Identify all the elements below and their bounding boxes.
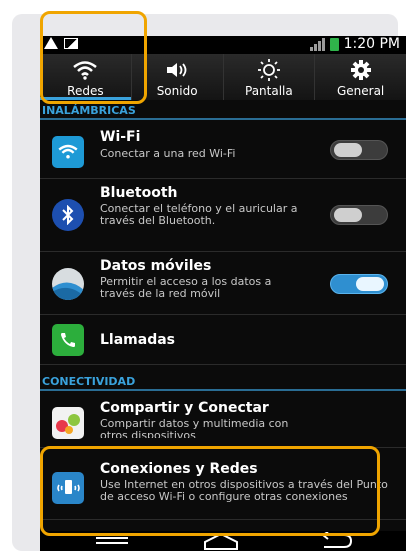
setting-title: Datos móviles — [100, 258, 212, 274]
connections-icon — [52, 472, 84, 504]
tab-label: Pantalla — [245, 84, 293, 98]
setting-title: Llamadas — [100, 332, 176, 348]
gear-icon — [350, 60, 371, 80]
mobile-data-icon — [52, 268, 84, 300]
setting-title: Bluetooth — [100, 185, 178, 201]
setting-row-calls[interactable]: Llamadas — [40, 315, 406, 365]
bluetooth-toggle[interactable] — [330, 205, 388, 225]
status-bar: 1:20 PM — [40, 36, 406, 54]
mobile-data-toggle[interactable] — [330, 274, 388, 294]
wifi-icon — [52, 136, 84, 168]
tab-label: Sonido — [156, 84, 198, 98]
brightness-icon — [257, 59, 280, 81]
setting-subtitle: Compartir datos y multimedia con otros d… — [100, 418, 289, 438]
image-icon — [64, 37, 78, 49]
setting-row-wifi[interactable]: Wi-Fi Conectar a una red Wi-Fi — [40, 122, 406, 179]
section-header-connectivity: CONECTIVIDAD — [40, 373, 406, 391]
tab-general[interactable]: General — [315, 54, 406, 100]
share-connect-icon — [52, 407, 84, 439]
setting-subtitle: Use Internet en otros dispositivos a tra… — [100, 478, 388, 503]
tab-redes[interactable]: Redes — [40, 54, 132, 100]
status-time: 1:20 PM — [343, 36, 400, 52]
phone-icon — [52, 324, 84, 356]
home-icon[interactable] — [203, 532, 239, 550]
phone-screen: 1:20 PM Redes Sonido Pantalla General IN… — [40, 36, 406, 551]
tab-pantalla[interactable]: Pantalla — [224, 54, 316, 100]
speaker-icon — [167, 63, 187, 77]
tab-sonido[interactable]: Sonido — [132, 54, 224, 100]
setting-row-bluetooth[interactable]: Bluetooth Conectar el teléfono y el auri… — [40, 179, 406, 252]
bluetooth-icon — [52, 199, 84, 231]
setting-subtitle: Conectar el teléfono y el auricular a tr… — [100, 202, 298, 227]
wifi-toggle[interactable] — [330, 140, 388, 160]
settings-tabs: Redes Sonido Pantalla General — [40, 54, 406, 100]
setting-row-connections-networks[interactable]: Conexiones y Redes Use Internet en otros… — [40, 448, 406, 520]
setting-row-mobile-data[interactable]: Datos móviles Permitir el acceso a los d… — [40, 252, 406, 315]
setting-subtitle: Permitir el acceso a los datos a través … — [100, 275, 272, 300]
signal-icon — [309, 37, 325, 51]
setting-title: Compartir y Conectar — [100, 400, 269, 416]
tab-label: General — [336, 84, 385, 98]
tab-label: Redes — [67, 84, 104, 98]
section-header-wireless: INALÁMBRICAS — [40, 102, 406, 120]
setting-title: Wi-Fi — [100, 129, 141, 145]
battery-icon — [329, 37, 339, 51]
navigation-bar — [40, 531, 406, 551]
back-icon[interactable] — [318, 532, 354, 550]
warning-icon — [44, 37, 58, 49]
setting-title: Conexiones y Redes — [100, 461, 258, 477]
wifi-icon — [73, 61, 98, 80]
setting-row-share-connect[interactable]: Compartir y Conectar Compartir datos y m… — [40, 393, 406, 448]
menu-icon[interactable] — [96, 536, 128, 548]
setting-subtitle: Conectar a una red Wi-Fi — [100, 147, 236, 160]
